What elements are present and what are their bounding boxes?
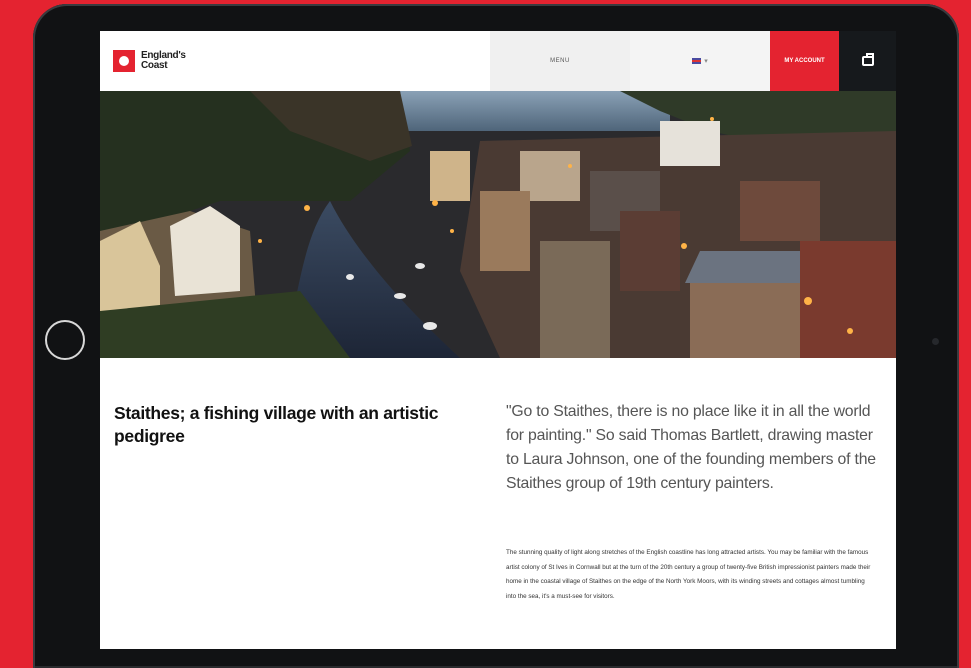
logo-text: England's Coast <box>141 51 186 71</box>
menu-button[interactable]: MENU <box>490 31 630 91</box>
top-navigation: England's Coast MENU ▾ MY ACCOUNT <box>100 31 896 91</box>
tablet-frame: England's Coast MENU ▾ MY ACCOUNT Staith… <box>33 4 959 668</box>
logo-mark-icon <box>113 50 135 72</box>
logo-line-2: Coast <box>141 60 168 71</box>
language-selector[interactable]: ▾ <box>630 31 770 91</box>
bag-icon <box>861 53 874 66</box>
site-logo[interactable]: England's Coast <box>100 31 490 91</box>
article-quote: "Go to Staithes, there is no place like … <box>506 403 876 492</box>
hero-image <box>100 91 896 358</box>
article-body: The stunning quality of light along stre… <box>506 549 871 600</box>
menu-label: MENU <box>550 58 570 64</box>
uk-flag-icon <box>692 58 702 64</box>
home-button[interactable] <box>45 320 85 360</box>
staithes-village-photo <box>100 91 896 358</box>
my-account-label: MY ACCOUNT <box>784 58 825 64</box>
my-account-button[interactable]: MY ACCOUNT <box>770 31 839 91</box>
article-title: Staithes; a fishing village with an arti… <box>114 403 439 446</box>
language-chevron-icon: ▾ <box>704 58 708 65</box>
bag-button[interactable] <box>839 31 896 91</box>
camera-icon <box>932 338 939 345</box>
website-screen: England's Coast MENU ▾ MY ACCOUNT Staith… <box>100 31 896 649</box>
